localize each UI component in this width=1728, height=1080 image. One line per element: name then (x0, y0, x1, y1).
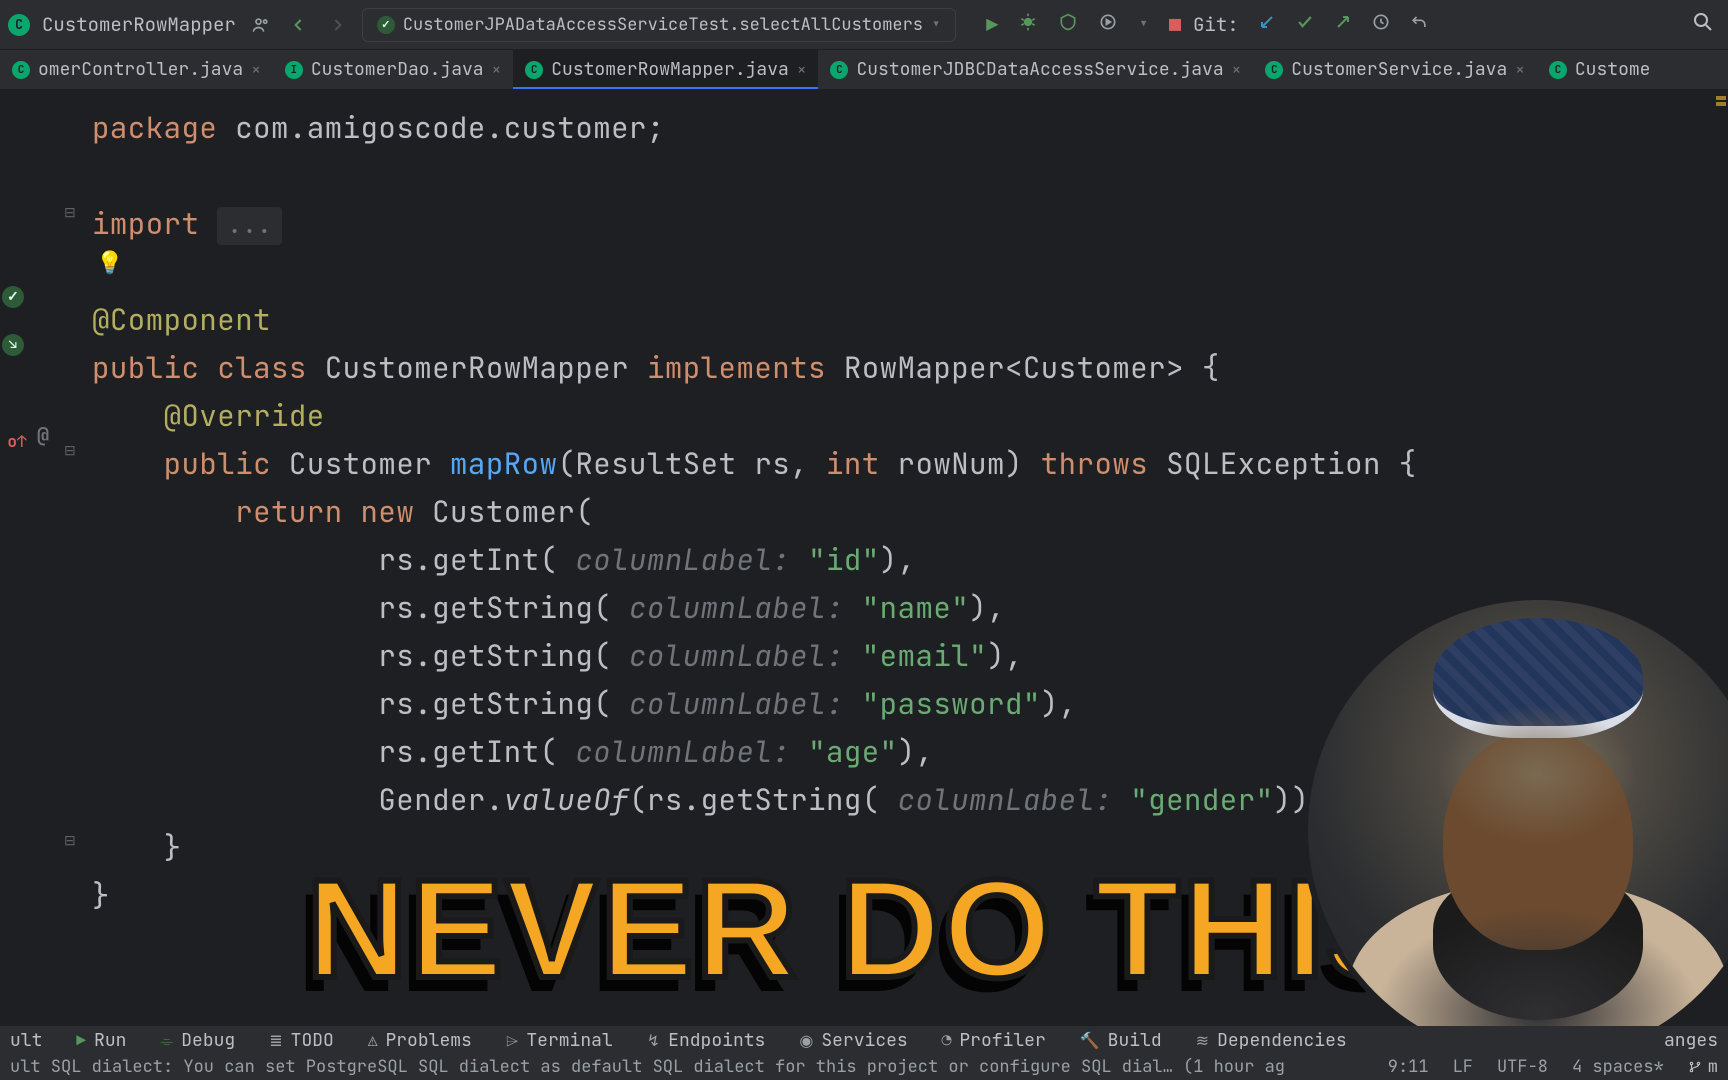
class-icon: C (1549, 61, 1567, 79)
tool-problems[interactable]: ⚠Problems (368, 1029, 472, 1052)
git-controls: Git: (1193, 12, 1429, 38)
class-icon: C (8, 14, 30, 36)
tab-label: omerController.java (38, 58, 243, 81)
breadcrumb-class[interactable]: CustomerRowMapper (42, 12, 236, 37)
bean-gutter-icon[interactable]: ✓ (2, 286, 24, 308)
editor-tabs: C omerController.java × I CustomerDao.ja… (0, 50, 1728, 90)
tab-jdbc-service[interactable]: C CustomerJDBCDataAccessService.java × (818, 50, 1253, 89)
status-message[interactable]: ult SQL dialect: You can set PostgreSQL … (10, 1056, 1364, 1078)
tab-customer-controller[interactable]: C omerController.java × (0, 50, 273, 89)
tool-todo[interactable]: ≣TODO (269, 1029, 334, 1052)
interface-icon: I (285, 61, 303, 79)
close-icon[interactable]: × (1515, 59, 1525, 80)
run-more-icon[interactable] (1098, 12, 1118, 38)
class-icon: C (830, 61, 848, 79)
branch-icon (1688, 1060, 1702, 1074)
tool-changes[interactable]: anges (1664, 1029, 1718, 1052)
presenter-webcam (1308, 600, 1728, 1060)
tab-label: CustomerService.java (1291, 58, 1507, 81)
bean-gutter-icon[interactable]: ↘ (2, 334, 24, 356)
bug-icon: ⌯ (160, 1030, 173, 1051)
stop-icon[interactable]: ■ (1169, 12, 1181, 38)
gutter: ✓ ↘ o↑ @ (0, 90, 70, 1030)
tab-customer-service[interactable]: C CustomerService.java × (1253, 50, 1537, 89)
tool-terminal[interactable]: ⌲Terminal (506, 1029, 613, 1052)
fold-toggle-icon[interactable]: ⊟ (64, 442, 76, 460)
class-icon: C (12, 61, 30, 79)
history-icon[interactable] (1371, 12, 1391, 38)
rollback-icon[interactable] (1409, 12, 1429, 38)
override-up-icon[interactable]: o↑ (6, 430, 28, 452)
tab-customer-row-mapper[interactable]: C CustomerRowMapper.java × (513, 50, 818, 89)
chevron-down-icon[interactable]: ▾ (1138, 13, 1149, 36)
run-controls: ▶ ▾ ■ (986, 12, 1181, 38)
layers-icon: ≋ (1196, 1030, 1209, 1051)
class-icon: C (1265, 61, 1283, 79)
services-icon: ◉ (799, 1030, 813, 1051)
caret-position[interactable]: 9:11 (1388, 1056, 1429, 1078)
run-config-label: CustomerJPADataAccessServiceTest.selectA… (403, 14, 923, 36)
back-nav-icon[interactable] (286, 12, 312, 38)
indent-setting[interactable]: 4 spaces* (1572, 1056, 1664, 1078)
fold-toggle-icon[interactable]: ⊟ (64, 204, 76, 222)
close-icon[interactable]: × (492, 59, 502, 80)
list-icon: ≣ (269, 1030, 282, 1051)
annotation-at-icon: @ (32, 424, 54, 446)
tab-label: Custome (1575, 58, 1651, 81)
close-icon[interactable]: × (797, 59, 807, 80)
overlay-caption: NEVER DO THIS (306, 848, 1421, 1010)
members-icon[interactable] (248, 12, 274, 38)
close-icon[interactable]: × (1232, 59, 1242, 80)
tool-window-bar: ult ▶Run ⌯Debug ≣TODO ⚠Problems ⌲Termina… (0, 1026, 1728, 1054)
tab-customer-dao[interactable]: I CustomerDao.java × (273, 50, 513, 89)
endpoints-icon: ↯ (647, 1030, 660, 1051)
line-separator[interactable]: LF (1453, 1056, 1473, 1078)
forward-nav-icon[interactable] (324, 12, 350, 38)
debug-icon[interactable] (1018, 12, 1038, 38)
profiler-icon: ◔ (942, 1030, 952, 1051)
status-bar: ult SQL dialect: You can set PostgreSQL … (0, 1054, 1728, 1080)
test-icon: ✓ (377, 16, 395, 34)
run-config-select[interactable]: ✓ CustomerJPADataAccessServiceTest.selec… (362, 8, 956, 42)
close-icon[interactable]: × (251, 59, 261, 80)
tool-dependencies[interactable]: ≋Dependencies (1196, 1029, 1347, 1052)
class-icon: C (525, 61, 543, 79)
hammer-icon: 🔨 (1080, 1030, 1100, 1051)
run-icon[interactable]: ▶ (986, 12, 998, 38)
search-icon[interactable] (1690, 9, 1714, 40)
fold-toggle-icon[interactable]: ⊟ (64, 832, 76, 850)
chevron-down-icon: ▾ (931, 14, 941, 36)
push-icon[interactable] (1333, 12, 1353, 38)
tool-run[interactable]: ▶Run (76, 1029, 126, 1052)
tool-endpoints[interactable]: ↯Endpoints (647, 1029, 766, 1052)
main-toolbar: C CustomerRowMapper ✓ CustomerJPADataAcc… (0, 0, 1728, 50)
tab-label: CustomerRowMapper.java (551, 58, 789, 81)
tab-label: CustomerJDBCDataAccessService.java (856, 58, 1223, 81)
tool-profiler[interactable]: ◔Profiler (942, 1029, 1046, 1052)
coverage-icon[interactable] (1058, 12, 1078, 38)
git-branch[interactable]: m (1688, 1056, 1718, 1078)
warning-icon: ⚠ (368, 1030, 378, 1051)
tool-build[interactable]: 🔨Build (1080, 1029, 1162, 1052)
terminal-icon: ⌲ (506, 1030, 518, 1051)
tool-debug[interactable]: ⌯Debug (160, 1029, 235, 1052)
commit-icon[interactable] (1295, 12, 1315, 38)
tab-customer-partial[interactable]: C Custome (1537, 50, 1663, 89)
git-label: Git: (1193, 12, 1239, 37)
tool-services[interactable]: ◉Services (799, 1029, 907, 1052)
tool-ult[interactable]: ult (10, 1029, 42, 1052)
update-icon[interactable] (1257, 12, 1277, 38)
tab-label: CustomerDao.java (311, 58, 484, 81)
play-icon: ▶ (76, 1030, 86, 1051)
file-encoding[interactable]: UTF-8 (1497, 1056, 1548, 1078)
